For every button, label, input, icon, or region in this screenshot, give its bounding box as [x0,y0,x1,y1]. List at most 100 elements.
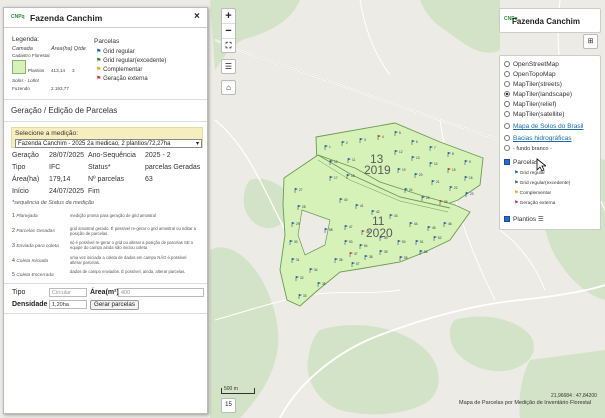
select-label: Selecione a medição: [15,130,79,137]
parcel-number: 57 [356,262,360,266]
info-geracao-val: 28/07/2025 [49,152,85,159]
parcel-number: 26 [444,200,448,204]
info-geracao: Geração [12,152,39,159]
info-tipo: Tipo [12,164,26,171]
measurement-select-bar: Selecione a medição: Fazenda Canchim - 2… [11,127,203,148]
info-inicio: Início [12,188,29,195]
status-2-desc: grid amostral gerado. É possível re-gera… [70,226,196,236]
zoom-out-button[interactable]: − [222,24,235,39]
densidade-select[interactable]: 1,20ha [49,300,87,309]
info-ano: Ano-Sequência [88,152,136,159]
parcel-number: 40 [344,198,348,202]
parcel-number: 38 [369,255,373,259]
layer-maptiler-satellite[interactable]: MapTiler(satellite) [504,111,564,118]
info-fim: Fim [88,188,100,195]
parcel-number: 27 [299,188,303,192]
close-icon[interactable]: × [194,11,200,22]
parcel-number: 21 [436,180,440,184]
flag-icon: ⚑ [96,67,102,73]
tipo-label: Tipo [12,289,26,296]
panel-logo: CNPq [11,14,25,20]
status-2: 2 Parcelas Geradas [12,228,55,234]
status-5-desc: dados de campo enviados. É possível, ain… [70,269,186,274]
chevron-down-icon: ▾ [195,141,199,147]
parcel-number: 23 [470,192,474,196]
parcel-number: 51 [420,240,424,244]
parcel-number: 7 [434,146,436,150]
parcel-number: 50 [402,240,406,244]
plot-13-year: 2019 [364,163,391,177]
parcel-number: 10 [334,160,338,164]
parcel-number: 8 [452,152,454,156]
parcel-number: 30 [294,240,298,244]
legend-fuzendo: Fuzendo [12,86,30,91]
layer-maptiler-landscape[interactable]: MapTiler(landscape) [504,91,572,98]
list-icon[interactable]: ☰ [221,59,236,74]
info-ano-val: 2025 - 2 [145,152,171,159]
info-status-val: parcelas Geradas [145,164,201,171]
parcel-number: 47 [349,225,353,229]
parcel-number: 2 [346,141,348,145]
zoom-control: + − ⛶ [221,8,236,53]
area-m2-label: Área(m²) [90,289,119,296]
layer-fundo-branco[interactable]: - fundo branco - [504,145,552,152]
parcel-number: 14 [434,162,438,166]
flag-icon: ⚑ [96,49,102,55]
parcel-number: 5 [399,131,401,135]
legend-parcelas-title: Parcelas [94,38,120,45]
layer-parcelas-checkbox[interactable]: Parcelas [504,159,538,166]
legend-grid-excedente: ⚑ Grid regular(excedente) [96,58,167,64]
legend-plantios-qtd: 3 [72,68,75,73]
map-title-box: CNPq Fazenda Canchim [499,8,601,33]
divider [4,313,207,314]
parcel-number: 15 [452,168,456,172]
layer-sub-grid-excedente: ⚑ Grid regular(excedente) [514,181,571,186]
map-bottom-button[interactable]: 15 [221,398,236,413]
info-area: Área(ha) [12,176,40,183]
legend-col-area: Área(ha) Qtde [51,46,86,52]
parcel-number: 6 [416,140,418,144]
parcel-number: 41 [360,204,364,208]
plot-11-year: 2020 [366,226,393,240]
divider [4,283,207,284]
layer-plantios-checkbox[interactable]: Plantios ☰ [504,215,544,223]
flag-icon: ⚑ [96,76,102,82]
layer-opentopo[interactable]: OpenTopoMap [504,71,556,78]
section-title: Geração / Edição de Parcelas [11,106,118,115]
parcel-number: 11 [352,158,356,162]
parcel-number: 1 [329,145,331,149]
home-icon[interactable]: ⌂ [221,80,236,95]
parcel-number: 36 [339,258,343,262]
parcel-number: 9 [469,160,471,164]
legend-plantios-label: Plantios [28,68,45,73]
status-4-desc: uma vez iniciada a coleta de dados em ca… [70,255,187,265]
plantios-swatch [12,60,26,74]
measurement-select[interactable]: Fazenda Canchim - 2025 2a medicao, 2 pla… [15,139,202,148]
map-title: Fazenda Canchim [512,17,581,26]
tipo-select[interactable]: Circular [49,288,87,297]
legend-solos: Solos - Lotlnt [12,78,39,83]
parcel-number: 43 [394,214,398,218]
parcel-number: 39 [384,250,388,254]
layer-solos[interactable]: Mapa de Solos do Brasil [504,123,583,130]
parcel-number: 35 [322,282,326,286]
fullscreen-icon[interactable]: ⛶ [222,39,235,54]
layer-osm[interactable]: OpenStreetMap [504,61,559,68]
area-m2-input[interactable]: 400 [118,288,204,297]
legend-cadastro: Cadastro Florestal [12,53,50,58]
parcel-number: 56 [424,250,428,254]
status-1: 1 Planejada [12,213,38,219]
layer-maptiler-relief[interactable]: MapTiler(relief) [504,101,556,108]
gerar-parcelas-button[interactable]: Gerar parcelas [90,300,139,310]
zoom-in-button[interactable]: + [222,9,235,24]
layer-maptiler-streets[interactable]: MapTiler(streets) [504,81,562,88]
parcel-number: 29 [296,222,300,226]
compass-icon[interactable]: ⊞ [583,34,598,49]
layer-sub-complementar: ⚑ Complementar [514,191,552,196]
parcel-number: 32 [300,276,304,280]
parcel-number: 55 [404,256,408,260]
parcel-number: 58 [329,228,333,232]
layer-bacias[interactable]: Bacias hidrográficas [504,135,572,142]
map-scale: 500 m [221,387,255,394]
divider [4,99,207,100]
